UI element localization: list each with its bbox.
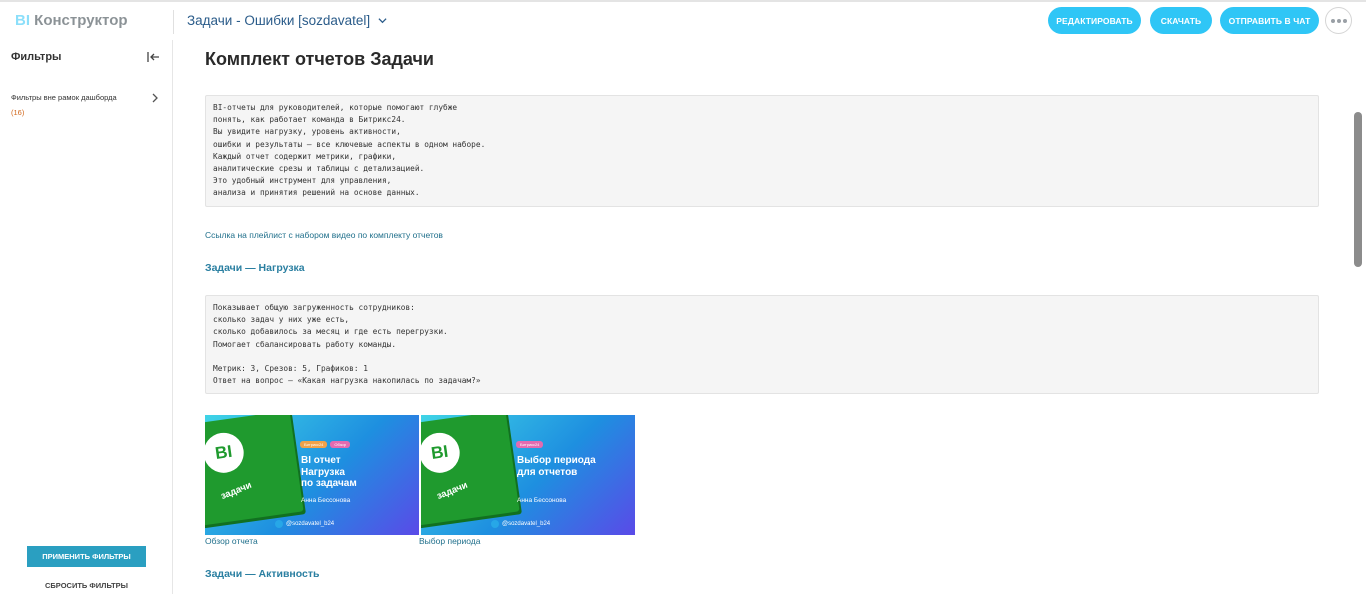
dot-icon [1342, 18, 1347, 23]
download-button[interactable]: СКАЧАТЬ [1150, 7, 1212, 34]
thumbnail-card: BI задачи [421, 415, 520, 526]
thumbnail-heading: Выбор периода для отчетов [517, 455, 596, 478]
thumbnail-caption-overview[interactable]: Обзор отчета [205, 536, 258, 546]
section-heading-activity: Задачи — Активность [205, 568, 320, 580]
scrollbar-thumb[interactable] [1354, 112, 1362, 267]
sidebar-item-outside-filters[interactable]: Фильтры вне рамок дашборда (16) [11, 93, 161, 121]
collapse-panel-icon[interactable] [147, 51, 160, 63]
thumbnail-tag: Обзор [330, 441, 350, 448]
telegram-handle: @sozdavatel_b24 [502, 521, 551, 527]
apply-filters-button[interactable]: ПРИМЕНИТЬ ФИЛЬТРЫ [27, 546, 146, 567]
thumbnail-card: BI задачи [205, 415, 304, 526]
telegram-handle: @sozdavatel_b24 [286, 521, 335, 527]
reset-filters-button[interactable]: СБРОСИТЬ ФИЛЬТРЫ [27, 577, 146, 593]
dashboard-content: Комплект отчетов Задачи BI-отчеты для ру… [174, 40, 1350, 594]
filters-title: Фильтры [11, 51, 62, 63]
dot-icon [1336, 18, 1341, 23]
chevron-down-icon [378, 18, 387, 24]
playlist-link[interactable]: Ссылка на плейлист с набором видео по ко… [205, 230, 443, 240]
thumbnail-tags: Битрикс24 Обзор [300, 441, 350, 448]
thumbnail-telegram: @sozdavatel_b24 [275, 520, 334, 528]
video-thumbnail-period[interactable]: BI задачи Битрикс24 Выбор периода для от… [421, 415, 635, 535]
vertical-scrollbar[interactable] [1350, 40, 1366, 594]
logo-text: Конструктор [34, 12, 128, 29]
chevron-right-icon [152, 93, 158, 103]
app-header: BI Конструктор Задачи - Ошибки [sozdavat… [0, 2, 1366, 40]
filters-sidebar: Фильтры Фильтры вне рамок дашборда (16) … [0, 40, 173, 594]
thumbnail-telegram: @sozdavatel_b24 [491, 520, 550, 528]
send-to-chat-button[interactable]: ОТПРАВИТЬ В ЧАТ [1220, 7, 1319, 34]
thumbnail-tags: Битрикс24 [516, 441, 544, 448]
thumbnail-caption-period[interactable]: Выбор периода [419, 536, 481, 546]
section-load-text-block: Показывает общую загруженность сотрудник… [205, 295, 1319, 394]
bi-badge: BI [421, 430, 463, 476]
more-menu-button[interactable] [1325, 7, 1352, 34]
thumbnail-author: Анна Бессонова [301, 497, 351, 504]
video-thumbnail-overview[interactable]: BI задачи Битрикс24 Обзор BI отчет Нагру… [205, 415, 419, 535]
dashboard-title: Задачи - Ошибки [sozdavatel] [187, 13, 371, 28]
edit-button[interactable]: РЕДАКТИРОВАТЬ [1048, 7, 1141, 34]
page-title: Комплект отчетов Задачи [205, 49, 434, 69]
section-heading-load: Задачи — Нагрузка [205, 262, 305, 274]
dashboard-selector[interactable]: Задачи - Ошибки [sozdavatel] [187, 13, 387, 28]
telegram-icon [491, 520, 499, 528]
telegram-icon [275, 520, 283, 528]
thumbnail-tag: Битрикс24 [300, 441, 328, 448]
thumbnail-author: Анна Бессонова [517, 497, 567, 504]
sidebar-item-label: Фильтры вне рамок дашборда [11, 93, 117, 102]
thumbnail-heading: BI отчет Нагрузка по задачам [301, 455, 357, 489]
intro-text-block: BI-отчеты для руководителей, которые пом… [205, 95, 1319, 207]
app-logo[interactable]: BI Конструктор [15, 12, 128, 29]
thumbnail-label: задачи [435, 479, 470, 503]
thumbnail-label: задачи [219, 479, 254, 503]
thumbnail-tag: Битрикс24 [516, 441, 544, 448]
dot-icon [1330, 18, 1335, 23]
logo-bi: BI [15, 12, 30, 29]
header-divider [173, 10, 174, 34]
bi-badge: BI [205, 430, 247, 476]
sidebar-item-count: (16) [11, 108, 25, 117]
